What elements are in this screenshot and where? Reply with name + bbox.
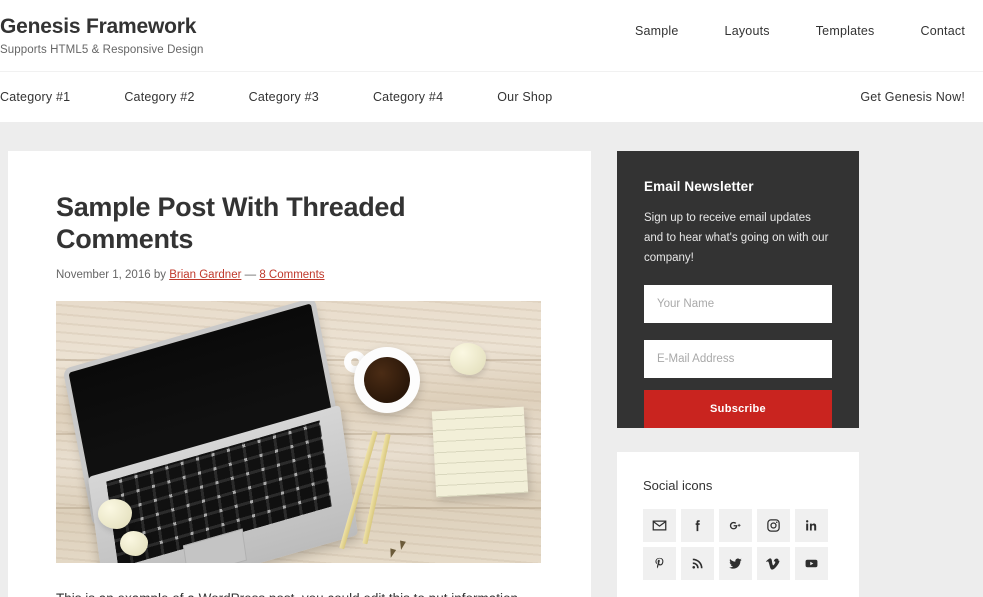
post-author-link[interactable]: Brian Gardner	[169, 269, 241, 281]
email-icon[interactable]	[643, 509, 676, 542]
meta-separator: —	[244, 268, 257, 281]
post-date: November 1, 2016	[56, 268, 151, 281]
subscribe-button[interactable]: Subscribe	[644, 390, 832, 429]
crumpled-paper	[120, 530, 148, 556]
site-description: Supports HTML5 & Responsive Design	[0, 44, 204, 57]
newsletter-name-input[interactable]	[644, 285, 832, 324]
newsletter-description: Sign up to receive email updates and to …	[644, 212, 829, 264]
site-header: Genesis Framework Supports HTML5 & Respo…	[0, 0, 983, 71]
desk-photo	[56, 300, 541, 563]
nav-item-category-1[interactable]: Category #1	[0, 90, 97, 104]
youtube-icon[interactable]	[795, 547, 828, 580]
sidebar: Email Newsletter Sign up to receive emai…	[617, 151, 859, 597]
nav-item-category-2[interactable]: Category #2	[124, 90, 221, 104]
nav-item-templates[interactable]: Templates	[793, 24, 898, 38]
crumpled-paper	[98, 498, 132, 529]
primary-navigation: Sample Layouts Templates Contact	[612, 24, 983, 38]
category-links: Category #1 Category #2 Category #3 Cate…	[0, 90, 606, 104]
social-icons-grid	[643, 509, 833, 580]
nav-item-contact[interactable]: Contact	[898, 24, 983, 38]
main-content: Sample Post With Threaded Comments Novem…	[8, 151, 591, 597]
secondary-navigation: Category #1 Category #2 Category #3 Cate…	[0, 72, 983, 122]
google-plus-icon[interactable]	[719, 509, 752, 542]
by-label: by	[153, 268, 166, 281]
nav-item-category-3[interactable]: Category #3	[249, 90, 346, 104]
twitter-icon[interactable]	[719, 547, 752, 580]
site-branding[interactable]: Genesis Framework Supports HTML5 & Respo…	[0, 15, 203, 56]
page-title[interactable]: Sample Post With Threaded Comments	[56, 191, 543, 256]
post-comments-link[interactable]: 8 Comments	[259, 269, 324, 281]
entry-meta: November 1, 2016 by Brian Gardner — 8 Co…	[56, 269, 543, 281]
notepad	[431, 406, 529, 498]
crumpled-paper	[450, 342, 486, 375]
social-icons-title: Social icons	[643, 478, 713, 493]
linkedin-icon[interactable]	[795, 509, 828, 542]
get-genesis-now-link[interactable]: Get Genesis Now!	[860, 90, 965, 104]
pinterest-icon[interactable]	[643, 547, 676, 580]
nav-item-sample[interactable]: Sample	[612, 24, 702, 38]
rss-icon[interactable]	[681, 547, 714, 580]
entry-content: This is an example of a WordPress post, …	[56, 587, 543, 597]
facebook-icon[interactable]	[681, 509, 714, 542]
newsletter-email-input[interactable]	[644, 340, 832, 379]
coffee-cup	[354, 346, 420, 413]
nav-item-our-shop[interactable]: Our Shop	[497, 90, 579, 104]
vimeo-icon[interactable]	[757, 547, 790, 580]
site-inner: Sample Post With Threaded Comments Novem…	[0, 122, 983, 597]
cta-container: Get Genesis Now!	[860, 88, 965, 106]
nav-item-layouts[interactable]: Layouts	[702, 24, 793, 38]
featured-image[interactable]	[56, 300, 541, 563]
instagram-icon[interactable]	[757, 509, 790, 542]
social-icons-widget: Social icons	[617, 452, 859, 597]
newsletter-widget: Email Newsletter Sign up to receive emai…	[617, 151, 859, 429]
newsletter-title: Email Newsletter	[644, 179, 754, 194]
site-title[interactable]: Genesis Framework	[0, 15, 203, 38]
nav-item-category-4[interactable]: Category #4	[373, 90, 470, 104]
